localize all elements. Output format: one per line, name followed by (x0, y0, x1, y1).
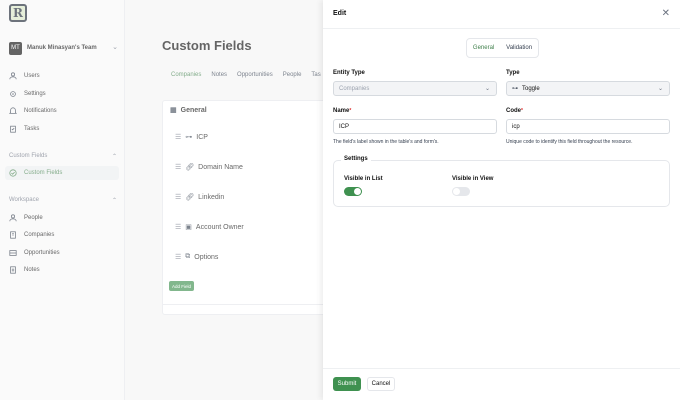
code-label: Code* (506, 108, 523, 114)
code-input[interactable]: icp (506, 119, 670, 134)
name-value: ICP (339, 123, 350, 130)
entity-type-label: Entity Type (333, 70, 365, 76)
name-label: Name* (333, 108, 352, 114)
visible-in-list-toggle[interactable] (344, 187, 362, 196)
settings-legend: Settings (341, 156, 371, 162)
name-input[interactable]: ICP (333, 119, 497, 134)
visible-in-list-label: Visible in List (344, 176, 383, 182)
close-icon[interactable]: ✕ (662, 8, 670, 19)
visible-in-view-toggle[interactable] (452, 187, 470, 196)
code-value: icp (512, 123, 520, 130)
type-value: Toggle (522, 85, 540, 92)
settings-fieldset: Settings Visible in List Visible in View (333, 156, 670, 207)
entity-type-value: Companies (339, 85, 370, 92)
modal-backdrop[interactable] (0, 0, 323, 400)
panel-tabs: General Validation (466, 38, 539, 58)
chevron-down-icon: ⌄ (484, 86, 490, 92)
toggle-knob (354, 188, 361, 195)
cancel-button[interactable]: Cancel (367, 377, 395, 391)
type-label: Type (506, 70, 520, 76)
tab-general[interactable]: General (473, 45, 494, 51)
divider (323, 368, 680, 369)
divider (323, 28, 680, 29)
type-select[interactable]: ⊶ Toggle ⌄ (506, 81, 670, 96)
tab-validation[interactable]: Validation (506, 45, 532, 51)
toggle-icon: ⊶ (512, 86, 518, 92)
code-help-text: Unique code to identify this field throu… (506, 139, 633, 145)
edit-panel: Edit ✕ General Validation Entity Type Co… (323, 0, 680, 400)
name-help-text: The field's label shown in the table's a… (333, 139, 439, 145)
panel-title: Edit (333, 10, 347, 17)
visible-in-view-label: Visible in View (452, 176, 494, 182)
toggle-knob (453, 188, 460, 195)
entity-type-select: Companies ⌄ (333, 81, 497, 96)
submit-button[interactable]: Submit (333, 377, 361, 391)
chevron-down-icon: ⌄ (657, 86, 663, 92)
